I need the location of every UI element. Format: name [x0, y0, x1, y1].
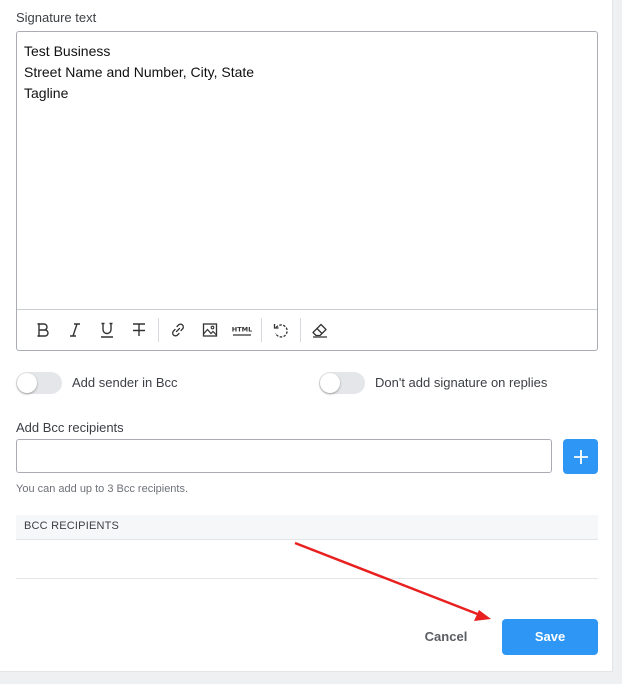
- signature-settings-panel: Signature text Test Business Street Name…: [0, 0, 613, 672]
- no-signature-replies-label: Don't add signature on replies: [375, 375, 548, 390]
- toolbar-separator: [158, 318, 159, 342]
- underline-icon[interactable]: [91, 316, 123, 344]
- svg-text:HTML: HTML: [232, 326, 252, 334]
- toolbar-separator: [261, 318, 262, 342]
- signature-editor-content[interactable]: Test Business Street Name and Number, Ci…: [24, 41, 254, 104]
- save-button[interactable]: Save: [502, 619, 598, 655]
- bcc-recipient-input[interactable]: [16, 439, 552, 473]
- bcc-recipients-header-label: BCC RECIPIENTS: [24, 520, 120, 532]
- toolbar-separator: [300, 318, 301, 342]
- add-bcc-label: Add Bcc recipients: [16, 420, 124, 435]
- signature-editor[interactable]: Test Business Street Name and Number, Ci…: [16, 31, 598, 351]
- signature-line-2: Street Name and Number, City, State: [24, 64, 255, 80]
- bold-icon[interactable]: [27, 316, 59, 344]
- signature-text-label: Signature text: [16, 10, 97, 25]
- add-sender-bcc-toggle[interactable]: [16, 372, 62, 394]
- undo-icon[interactable]: [265, 316, 297, 344]
- strikethrough-icon[interactable]: [123, 316, 155, 344]
- no-signature-replies-toggle[interactable]: [319, 372, 365, 394]
- bcc-recipients-header: BCC RECIPIENTS: [16, 515, 598, 540]
- signature-line-3: Tagline: [24, 85, 69, 101]
- add-sender-bcc-label: Add sender in Bcc: [72, 375, 178, 390]
- cancel-button[interactable]: Cancel: [410, 624, 482, 650]
- bcc-hint: You can add up to 3 Bcc recipients.: [16, 483, 189, 495]
- toggle-knob: [17, 373, 37, 393]
- editor-toolbar: HTML: [17, 309, 597, 350]
- html-icon[interactable]: HTML: [226, 316, 258, 344]
- signature-line-1: Test Business: [24, 43, 111, 59]
- add-bcc-button[interactable]: [563, 439, 598, 474]
- toggle-knob: [320, 373, 340, 393]
- italic-icon[interactable]: [59, 316, 91, 344]
- eraser-icon[interactable]: [304, 316, 336, 344]
- plus-icon: [573, 449, 588, 464]
- link-icon[interactable]: [162, 316, 194, 344]
- image-icon[interactable]: [194, 316, 226, 344]
- bcc-list-divider: [16, 578, 598, 579]
